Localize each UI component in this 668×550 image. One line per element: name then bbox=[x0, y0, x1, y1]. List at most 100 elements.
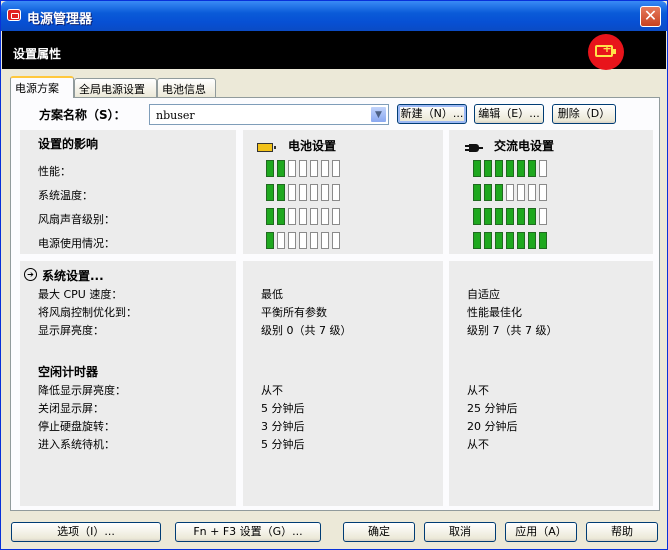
power-scheme-panel: 方案名称（S）： nbuser ▼ 新建（N）... 编辑（E）... 删除（D… bbox=[10, 97, 660, 511]
display-brightness-label: 显示屏亮度： bbox=[38, 324, 104, 337]
battery-brightness-value: 级别 0（共 7 级） bbox=[261, 324, 352, 337]
meter-segment bbox=[539, 160, 547, 177]
meter-segment bbox=[299, 208, 307, 225]
ok-button[interactable]: 确定 bbox=[343, 522, 415, 542]
meter-segment bbox=[506, 208, 514, 225]
meter-segment bbox=[299, 232, 307, 249]
meter-segment bbox=[539, 232, 547, 249]
meter-segment bbox=[473, 208, 481, 225]
ac-spin-down-value: 20 分钟后 bbox=[467, 420, 518, 433]
meter-segment bbox=[528, 184, 536, 201]
system-settings-link[interactable]: 系统设置... bbox=[42, 267, 104, 284]
options-button[interactable]: 选项（I）... bbox=[11, 522, 161, 542]
battery-icon bbox=[257, 143, 276, 152]
meter-segment bbox=[277, 160, 285, 177]
edit-scheme-button[interactable]: 编辑（E）... bbox=[474, 104, 544, 124]
meter-segment bbox=[528, 232, 536, 249]
ac-plug-icon bbox=[465, 144, 483, 152]
meter-segment bbox=[473, 160, 481, 177]
meter-segment bbox=[321, 208, 329, 225]
chevron-down-icon[interactable]: ▼ bbox=[370, 106, 387, 123]
meter-segment bbox=[310, 184, 318, 201]
battery-spin-down-value: 3 分钟后 bbox=[261, 420, 305, 433]
meter-segment bbox=[473, 232, 481, 249]
apply-button[interactable]: 应用（A） bbox=[505, 522, 577, 542]
meter-segment bbox=[528, 208, 536, 225]
ac-cpu-speed-value: 自适应 bbox=[467, 288, 500, 301]
ac-settings-title: 交流电设置 bbox=[494, 139, 555, 153]
power-manager-window: 电源管理器 ✕ 设置属性 + 电源方案 全局电源设置 电池信息 方案名称（S）：… bbox=[0, 0, 668, 550]
meter-segment bbox=[506, 184, 514, 201]
meter-segment bbox=[277, 208, 285, 225]
meter-segment bbox=[288, 160, 296, 177]
max-cpu-speed-label: 最大 CPU 速度： bbox=[38, 288, 123, 301]
meter-segment bbox=[321, 232, 329, 249]
meter-segment bbox=[506, 160, 514, 177]
tab-power-scheme[interactable]: 电源方案 bbox=[10, 76, 74, 98]
meter-segment bbox=[484, 160, 492, 177]
header-title: 设置属性 bbox=[13, 47, 62, 61]
meter-segment bbox=[473, 184, 481, 201]
battery-dim-display-value: 从不 bbox=[261, 384, 283, 397]
meter-segment bbox=[310, 160, 318, 177]
meter-segment bbox=[332, 184, 340, 201]
meter-segment bbox=[506, 232, 514, 249]
battery-cpu-speed-value: 最低 bbox=[261, 288, 283, 301]
tab-global-power-settings[interactable]: 全局电源设置 bbox=[74, 78, 157, 97]
ac-impact-panel: 交流电设置 bbox=[449, 130, 653, 254]
meter-segment bbox=[484, 184, 492, 201]
window-title: 电源管理器 bbox=[27, 12, 93, 27]
delete-scheme-button[interactable]: 删除（D） bbox=[552, 104, 616, 124]
meter-segment bbox=[484, 208, 492, 225]
tab-battery-info[interactable]: 电池信息 bbox=[157, 78, 216, 97]
impact-row-power-usage: 电源使用情况： bbox=[38, 237, 115, 250]
impact-row-temperature: 系统温度： bbox=[38, 189, 93, 202]
meter-segment bbox=[321, 160, 329, 177]
impact-row-performance: 性能： bbox=[38, 165, 71, 178]
meter-segment bbox=[310, 232, 318, 249]
meter-segment bbox=[539, 208, 547, 225]
battery-impact-panel: 电池设置 bbox=[243, 130, 443, 254]
settings-header: 设置属性 + bbox=[2, 31, 666, 70]
meter-segment bbox=[539, 184, 547, 201]
ac-standby-value: 从不 bbox=[467, 438, 489, 451]
close-button[interactable]: ✕ bbox=[640, 6, 661, 27]
new-scheme-button[interactable]: 新建（N）... bbox=[397, 104, 467, 124]
impact-row-fan-noise: 风扇声音级别： bbox=[38, 213, 115, 226]
idle-timer-title: 空闲计时器 bbox=[38, 365, 99, 379]
fn-f3-settings-button[interactable]: Fn + F3 设置（G）... bbox=[175, 522, 321, 542]
turn-off-display-label: 关闭显示屏： bbox=[38, 402, 104, 415]
battery-standby-value: 5 分钟后 bbox=[261, 438, 305, 451]
ac-dim-display-value: 从不 bbox=[467, 384, 489, 397]
battery-settings-panel: 最低 平衡所有参数 级别 0（共 7 级） 从不 5 分钟后 3 分钟后 5 分… bbox=[243, 261, 443, 506]
meter-segment bbox=[266, 232, 274, 249]
help-button[interactable]: 帮助 bbox=[586, 522, 658, 542]
expand-arrow-icon[interactable]: ➔ bbox=[24, 268, 37, 281]
meter-segment bbox=[495, 208, 503, 225]
meter-segment bbox=[277, 232, 285, 249]
spin-down-disk-label: 停止硬盘旋转： bbox=[38, 420, 115, 433]
meter-segment bbox=[528, 160, 536, 177]
meter-segment bbox=[332, 232, 340, 249]
dim-display-label: 降低显示屏亮度： bbox=[38, 384, 126, 397]
title-bar[interactable]: 电源管理器 ✕ bbox=[1, 1, 667, 31]
battery-turn-off-display-value: 5 分钟后 bbox=[261, 402, 305, 415]
scheme-name-value: nbuser bbox=[156, 109, 195, 122]
scheme-name-select[interactable]: nbuser ▼ bbox=[149, 104, 389, 125]
meter-segment bbox=[495, 160, 503, 177]
meter-segment bbox=[277, 184, 285, 201]
meter-segment bbox=[484, 232, 492, 249]
meter-segment bbox=[321, 184, 329, 201]
fan-control-label: 将风扇控制优化到： bbox=[38, 306, 137, 319]
meter-segment bbox=[517, 208, 525, 225]
impact-labels-panel: 设置的影响 性能： 系统温度： 风扇声音级别： 电源使用情况： bbox=[20, 130, 236, 254]
scheme-name-label: 方案名称（S）： bbox=[39, 108, 126, 122]
cancel-button[interactable]: 取消 bbox=[424, 522, 496, 542]
ac-settings-panel: 自适应 性能最佳化 级别 7（共 7 级） 从不 25 分钟后 20 分钟后 从… bbox=[449, 261, 653, 506]
meter-segment bbox=[266, 160, 274, 177]
meter-segment bbox=[266, 184, 274, 201]
meter-segment bbox=[310, 208, 318, 225]
meter-segment bbox=[517, 184, 525, 201]
ac-fan-control-value: 性能最佳化 bbox=[467, 306, 522, 319]
meter-segment bbox=[332, 160, 340, 177]
